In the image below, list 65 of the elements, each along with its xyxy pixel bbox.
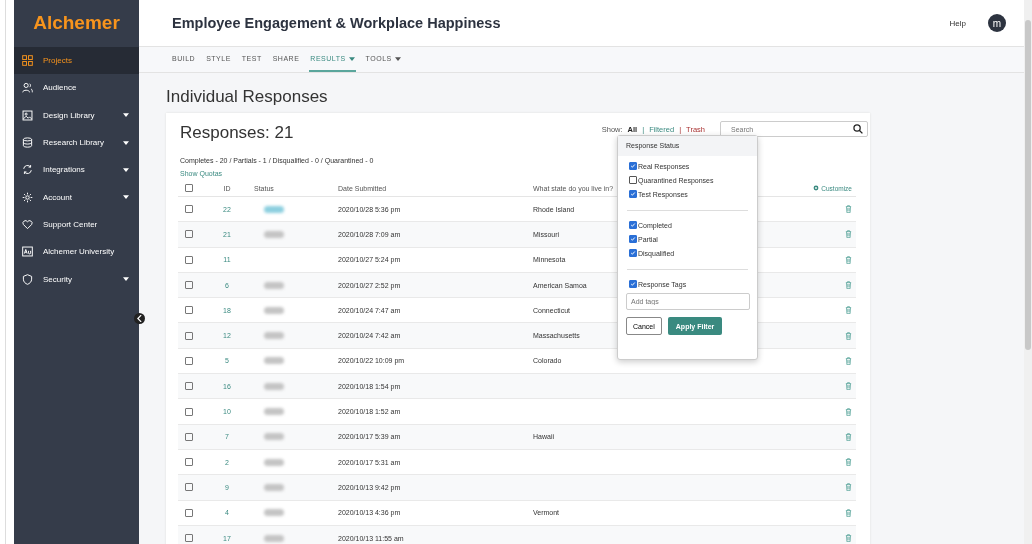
sidebar-item[interactable]: Integrations (14, 156, 139, 184)
row-checkbox[interactable] (185, 534, 193, 542)
image-icon (22, 109, 33, 121)
sync-icon (22, 164, 33, 176)
trash-icon[interactable] (845, 306, 852, 315)
sidebar-item[interactable]: Projects (14, 47, 139, 75)
help-link[interactable]: Help (949, 18, 966, 28)
trash-icon[interactable] (845, 205, 852, 214)
user-avatar[interactable]: m (988, 14, 1006, 32)
sidebar-item[interactable]: Support Center (14, 210, 139, 239)
sidebar-item[interactable]: Account (14, 183, 139, 211)
row-checkbox[interactable] (185, 508, 193, 517)
trash-icon[interactable] (845, 281, 852, 290)
trash-icon[interactable] (845, 255, 852, 264)
settings-icon (22, 191, 33, 203)
select-all-checkbox[interactable] (185, 184, 193, 192)
checkbox[interactable] (629, 235, 637, 243)
sidebar-item[interactable]: Alchemer University (14, 238, 139, 266)
trash-icon[interactable] (845, 508, 852, 517)
shield-icon (22, 273, 33, 285)
row-checkbox[interactable] (185, 205, 193, 214)
scrollbar-thumb[interactable] (1025, 20, 1031, 350)
settings-icon (813, 185, 820, 191)
checkbox[interactable] (629, 249, 637, 257)
checkbox[interactable] (629, 280, 637, 288)
trash-icon[interactable] (845, 407, 852, 416)
survey-title: Employee Engagement & Workplace Happiness (172, 15, 502, 31)
trash-icon[interactable] (845, 458, 852, 467)
sidebar-item[interactable]: Audience (14, 74, 139, 102)
alchemer-logo: Alchemer (32, 11, 121, 35)
sidebar-item[interactable]: Security (14, 265, 139, 293)
checkbox[interactable] (629, 176, 637, 184)
au-badge-icon (22, 246, 33, 258)
trash-icon[interactable] (845, 230, 852, 239)
people-icon (22, 82, 33, 94)
checkbox[interactable] (629, 162, 637, 170)
row-checkbox[interactable] (185, 230, 193, 239)
checkbox[interactable] (629, 190, 637, 198)
sidebar-item[interactable]: Research Library (14, 128, 139, 157)
row-checkbox[interactable] (185, 432, 193, 441)
trash-icon[interactable] (845, 382, 852, 391)
database-icon (22, 137, 33, 149)
row-checkbox[interactable] (185, 382, 193, 391)
search-icon[interactable] (853, 124, 863, 134)
collapse-sidebar-button[interactable] (134, 313, 145, 324)
heart-icon (22, 218, 33, 230)
page-title: Individual Responses (166, 87, 329, 107)
row-checkbox[interactable] (185, 306, 193, 315)
trash-icon[interactable] (845, 483, 852, 492)
row-checkbox[interactable] (185, 483, 193, 492)
trash-icon[interactable] (845, 356, 852, 365)
trash-icon[interactable] (845, 432, 852, 441)
row-checkbox[interactable] (185, 356, 193, 365)
row-checkbox[interactable] (185, 458, 193, 467)
chevron-left-icon (137, 315, 142, 322)
sidebar-item[interactable]: Design Library (14, 101, 139, 129)
responses-count: Responses: 21 (180, 123, 294, 143)
row-checkbox[interactable] (185, 407, 193, 416)
row-checkbox[interactable] (185, 331, 193, 340)
trash-icon[interactable] (845, 534, 852, 542)
checkbox[interactable] (629, 221, 637, 229)
row-checkbox[interactable] (185, 255, 193, 264)
row-checkbox[interactable] (185, 281, 193, 290)
grid-icon (22, 55, 33, 67)
trash-icon[interactable] (845, 331, 852, 340)
